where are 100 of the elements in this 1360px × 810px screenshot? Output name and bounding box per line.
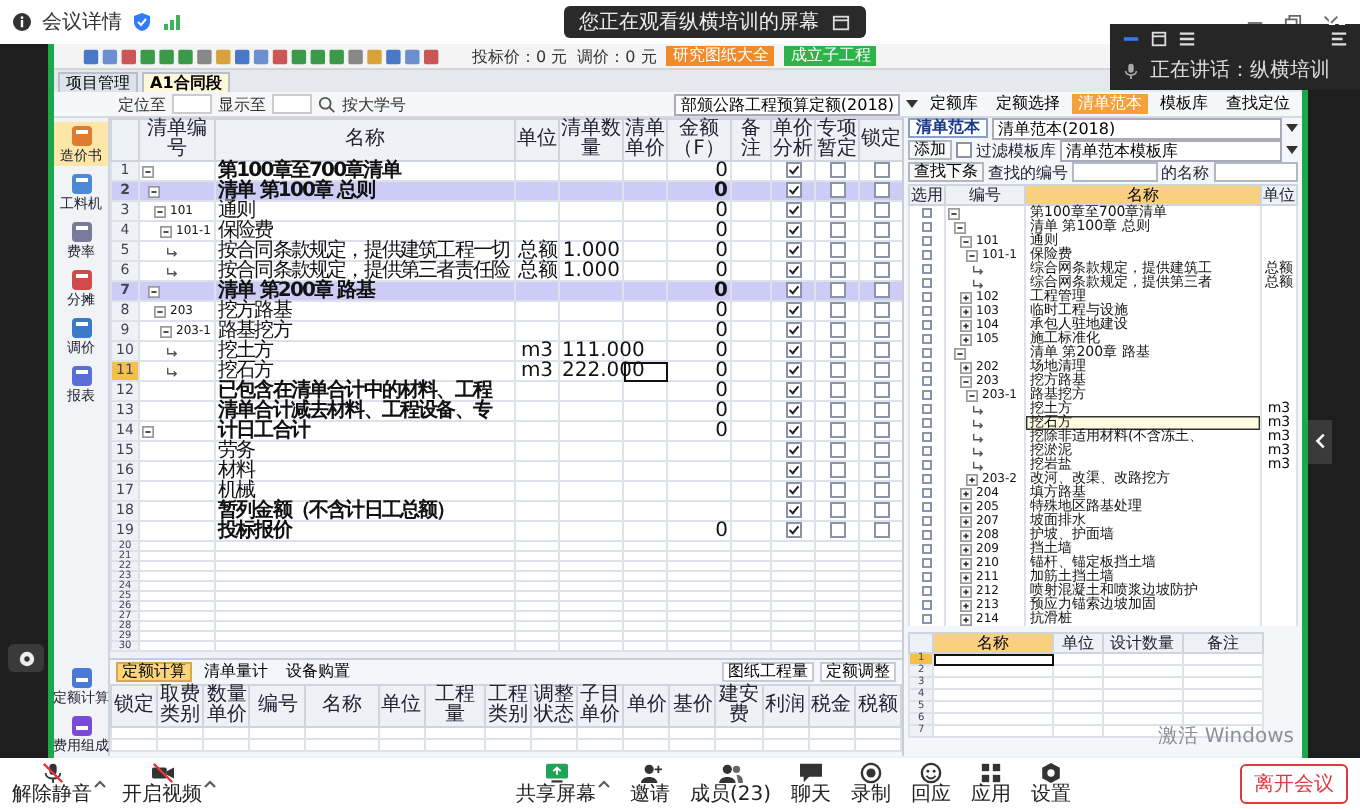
toolbar-button[interactable]: 解除静音 xyxy=(12,762,92,806)
checkbox[interactable] xyxy=(829,162,845,179)
checkbox[interactable] xyxy=(829,482,845,499)
checkbox[interactable] xyxy=(829,362,845,379)
plus-box-icon[interactable] xyxy=(960,501,972,513)
library-button[interactable]: 查找定位 xyxy=(1220,94,1296,114)
checkbox[interactable] xyxy=(829,302,845,319)
checkbox[interactable] xyxy=(785,162,801,179)
minus-box-icon[interactable] xyxy=(160,325,172,337)
checkbox[interactable] xyxy=(922,263,932,274)
checkbox[interactable] xyxy=(922,557,932,568)
toolbar-button[interactable]: 回应 xyxy=(911,762,952,806)
checkbox[interactable] xyxy=(873,462,889,479)
plus-box-icon[interactable] xyxy=(960,557,972,569)
panel-tab[interactable]: 定额计算 xyxy=(116,662,192,682)
dropdown-arrow-icon[interactable] xyxy=(1286,146,1298,154)
panel-button[interactable]: 定额调整 xyxy=(820,662,896,682)
checkbox[interactable] xyxy=(829,322,845,339)
checkbox[interactable] xyxy=(922,543,932,554)
checkbox[interactable] xyxy=(785,242,801,259)
checkbox[interactable] xyxy=(956,142,972,158)
plus-box-icon[interactable] xyxy=(966,473,978,485)
panel-tab[interactable]: 设备购置 xyxy=(280,662,356,682)
plus-box-icon[interactable] xyxy=(960,487,972,499)
checkbox[interactable] xyxy=(873,482,889,499)
plus-box-icon[interactable] xyxy=(960,613,972,625)
checkbox[interactable] xyxy=(922,431,932,442)
checkbox[interactable] xyxy=(922,459,932,470)
display-field[interactable] xyxy=(272,94,312,114)
checkbox[interactable] xyxy=(922,347,932,358)
checkbox[interactable] xyxy=(873,242,889,259)
plus-box-icon[interactable] xyxy=(960,291,972,303)
window-icon[interactable] xyxy=(831,13,849,31)
checkbox[interactable] xyxy=(785,442,801,459)
checkbox[interactable] xyxy=(922,361,932,372)
plus-box-icon[interactable] xyxy=(960,305,972,317)
panel-button[interactable]: 图纸工程量 xyxy=(722,662,814,682)
plus-box-icon[interactable] xyxy=(960,529,972,541)
plus-box-icon[interactable] xyxy=(960,571,972,583)
checkbox[interactable] xyxy=(785,182,801,199)
collapse-tab[interactable] xyxy=(1308,419,1332,463)
minus-box-icon[interactable] xyxy=(960,235,972,247)
checkbox[interactable] xyxy=(922,403,932,414)
checkbox[interactable] xyxy=(785,202,801,219)
checkbox[interactable] xyxy=(922,613,932,624)
circle-icon[interactable] xyxy=(17,649,35,667)
checkbox[interactable] xyxy=(785,382,801,399)
checkbox[interactable] xyxy=(922,249,932,260)
toolbar-button[interactable]: 录制 xyxy=(851,762,892,806)
plus-box-icon[interactable] xyxy=(960,599,972,611)
caret-icon[interactable] xyxy=(204,780,216,788)
minus-box-icon[interactable] xyxy=(948,207,960,219)
toolbar-button[interactable]: 开启视频 xyxy=(122,762,202,806)
checkbox[interactable] xyxy=(922,221,932,232)
checkbox[interactable] xyxy=(785,522,801,539)
minus-box-icon[interactable] xyxy=(966,249,978,261)
find-code-field[interactable] xyxy=(1072,162,1157,182)
checkbox[interactable] xyxy=(922,473,932,484)
checkbox[interactable] xyxy=(873,382,889,399)
minus-box-icon[interactable] xyxy=(142,425,154,437)
minus-box-icon[interactable] xyxy=(148,185,160,197)
minus-box-icon[interactable] xyxy=(154,205,166,217)
checkbox[interactable] xyxy=(829,462,845,479)
toolbar-button[interactable]: 共享屏幕 xyxy=(516,762,596,806)
library-button[interactable]: 模板库 xyxy=(1154,94,1214,114)
locate-field[interactable] xyxy=(172,94,212,114)
checkbox[interactable] xyxy=(785,402,801,419)
checkbox[interactable] xyxy=(785,362,801,379)
checkbox[interactable] xyxy=(922,417,932,428)
filter-select[interactable]: 清单范本模板库 xyxy=(1060,139,1282,161)
checkbox[interactable] xyxy=(829,182,845,199)
checkbox[interactable] xyxy=(922,319,932,330)
checkbox[interactable] xyxy=(873,342,889,359)
checkbox[interactable] xyxy=(829,242,845,259)
checkbox[interactable] xyxy=(922,277,932,288)
checkbox[interactable] xyxy=(873,442,889,459)
checkbox[interactable] xyxy=(873,322,889,339)
toolbar-button[interactable]: 应用 xyxy=(971,762,1012,806)
checkbox[interactable] xyxy=(785,302,801,319)
checkbox[interactable] xyxy=(873,162,889,179)
window-icon[interactable] xyxy=(1150,30,1168,48)
checkbox[interactable] xyxy=(785,342,801,359)
checkbox[interactable] xyxy=(922,515,932,526)
checkbox[interactable] xyxy=(873,302,889,319)
checkbox[interactable] xyxy=(922,529,932,540)
plus-box-icon[interactable] xyxy=(960,333,972,345)
checkbox[interactable] xyxy=(829,222,845,239)
list-icon[interactable] xyxy=(1178,30,1196,48)
checkbox[interactable] xyxy=(829,402,845,419)
minus-box-icon[interactable] xyxy=(160,225,172,237)
dropdown-arrow-icon[interactable] xyxy=(906,100,918,108)
checkbox[interactable] xyxy=(873,502,889,519)
checkbox[interactable] xyxy=(785,282,801,299)
dropdown-arrow-icon[interactable] xyxy=(1286,124,1298,132)
meeting-details-link[interactable]: 会议详情 xyxy=(42,8,122,36)
checkbox[interactable] xyxy=(829,522,845,539)
checkbox[interactable] xyxy=(829,202,845,219)
checkbox[interactable] xyxy=(922,305,932,316)
toolbar-button[interactable]: 设置 xyxy=(1031,762,1072,806)
checkbox[interactable] xyxy=(829,422,845,439)
